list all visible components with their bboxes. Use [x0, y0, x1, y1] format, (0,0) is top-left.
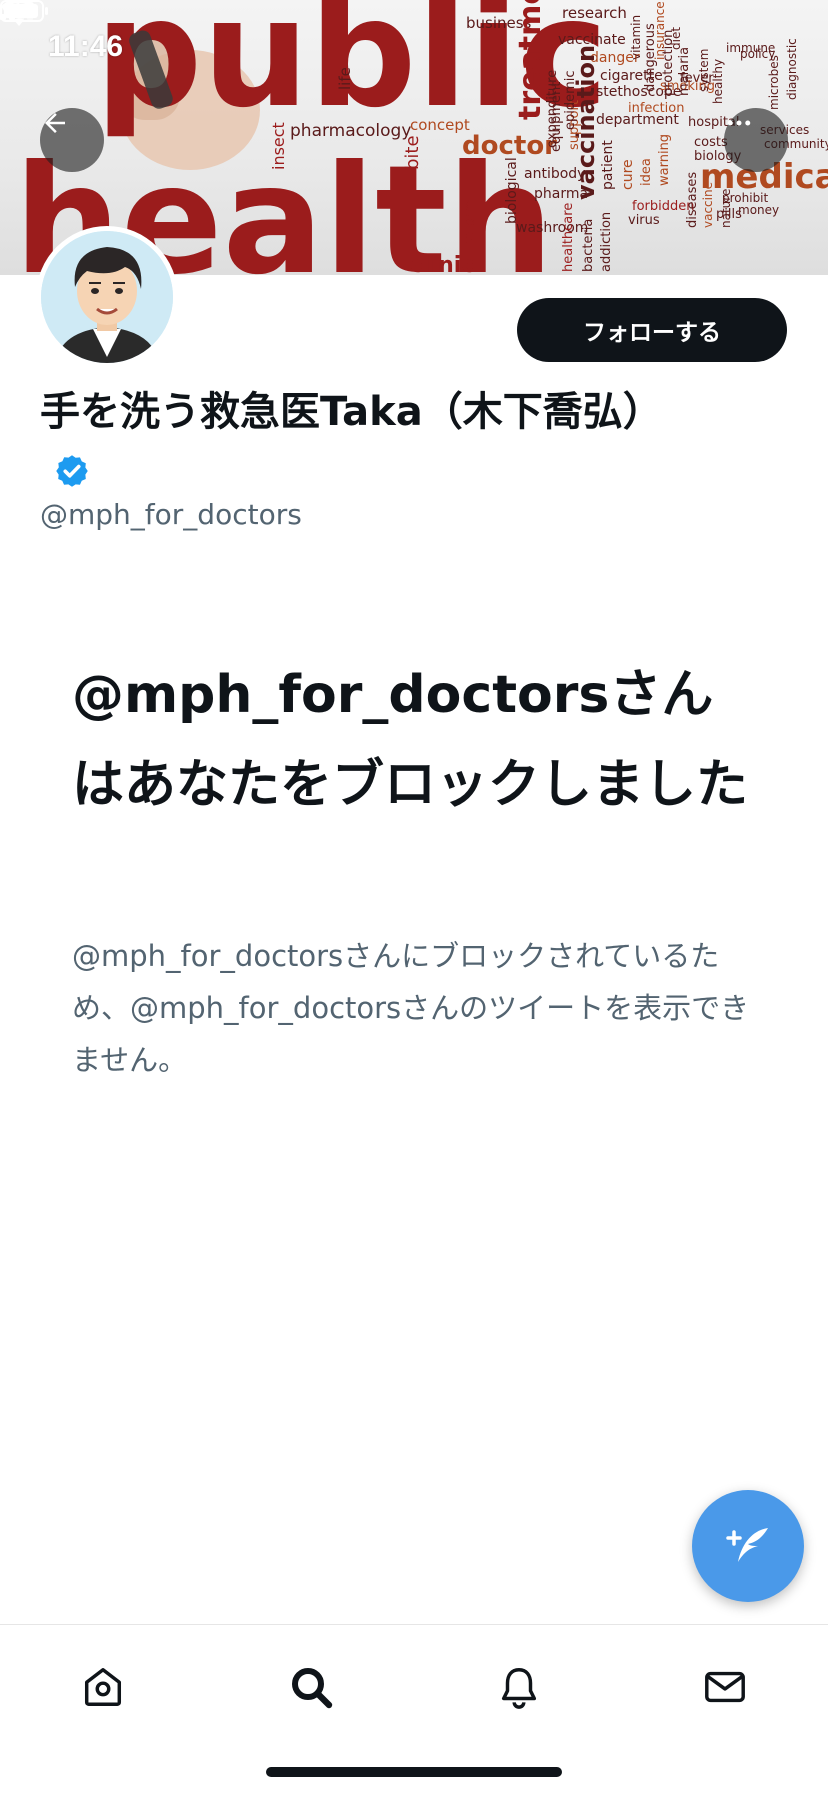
banner-word: warning: [657, 134, 672, 186]
mail-icon: [705, 1671, 745, 1703]
banner-word: pharmacology: [290, 121, 411, 141]
banner-word: costs: [694, 135, 728, 150]
follow-button[interactable]: フォローする: [517, 298, 787, 362]
banner-word: concept: [410, 116, 470, 134]
tab-notifications[interactable]: [489, 1657, 549, 1717]
battery-icon: [0, 0, 48, 22]
profile-handle: @mph_for_doctors: [40, 498, 302, 531]
arrow-left-icon: [45, 113, 65, 133]
banner-word: doctor: [462, 131, 557, 161]
blocked-title: @mph_for_doctorsさんはあなたをブロックしました: [72, 665, 749, 815]
banner-word: idea: [639, 158, 654, 186]
banner-word: patient: [600, 140, 616, 190]
compose-tweet-icon: [726, 1528, 768, 1562]
display-name: 手を洗う救急医Taka（木下喬弘）: [40, 389, 663, 435]
banner-word: bite: [402, 135, 423, 170]
profile-avatar[interactable]: [36, 226, 178, 368]
more-options-button[interactable]: [724, 108, 788, 172]
banner-word: clinic: [410, 253, 474, 275]
status-bar: 11:46: [0, 0, 828, 90]
banner-word: reform: [462, 199, 478, 246]
home-indicator: [266, 1767, 562, 1777]
tab-home[interactable]: [73, 1657, 133, 1717]
banner-word: healthcare: [561, 203, 576, 272]
banner-word: washroom: [516, 220, 588, 236]
profile-name: 手を洗う救急医Taka（木下喬弘）: [40, 382, 700, 502]
status-time: 11:46: [48, 30, 124, 63]
bell-icon: [501, 1668, 537, 1709]
banner-word: addiction: [599, 212, 614, 272]
blocked-description: @mph_for_doctorsさんにブロックされているため、@mph_for_…: [72, 939, 750, 1077]
banner-word: biological: [504, 157, 520, 224]
banner-word: insect: [269, 122, 288, 170]
banner-word: vaccine: [701, 182, 715, 228]
more-dots-icon: [727, 120, 751, 126]
avatar-image: [41, 231, 173, 363]
avatar-illustration: [41, 231, 173, 363]
tab-messages[interactable]: [695, 1657, 755, 1717]
compose-tweet-button[interactable]: [692, 1490, 804, 1602]
verified-badge-icon: [56, 455, 88, 487]
banner-word: virus: [628, 213, 660, 228]
search-icon: [292, 1668, 333, 1709]
banner-word: infection: [628, 101, 684, 116]
back-button[interactable]: [40, 108, 104, 172]
tab-search[interactable]: [281, 1657, 341, 1717]
banner-word: bacteria: [581, 219, 596, 272]
banner-word: cure: [620, 159, 636, 190]
banner-word: money: [738, 203, 779, 217]
banner-word: nature: [719, 189, 733, 228]
banner-word: diseases: [685, 172, 700, 228]
home-icon: [84, 1668, 122, 1706]
